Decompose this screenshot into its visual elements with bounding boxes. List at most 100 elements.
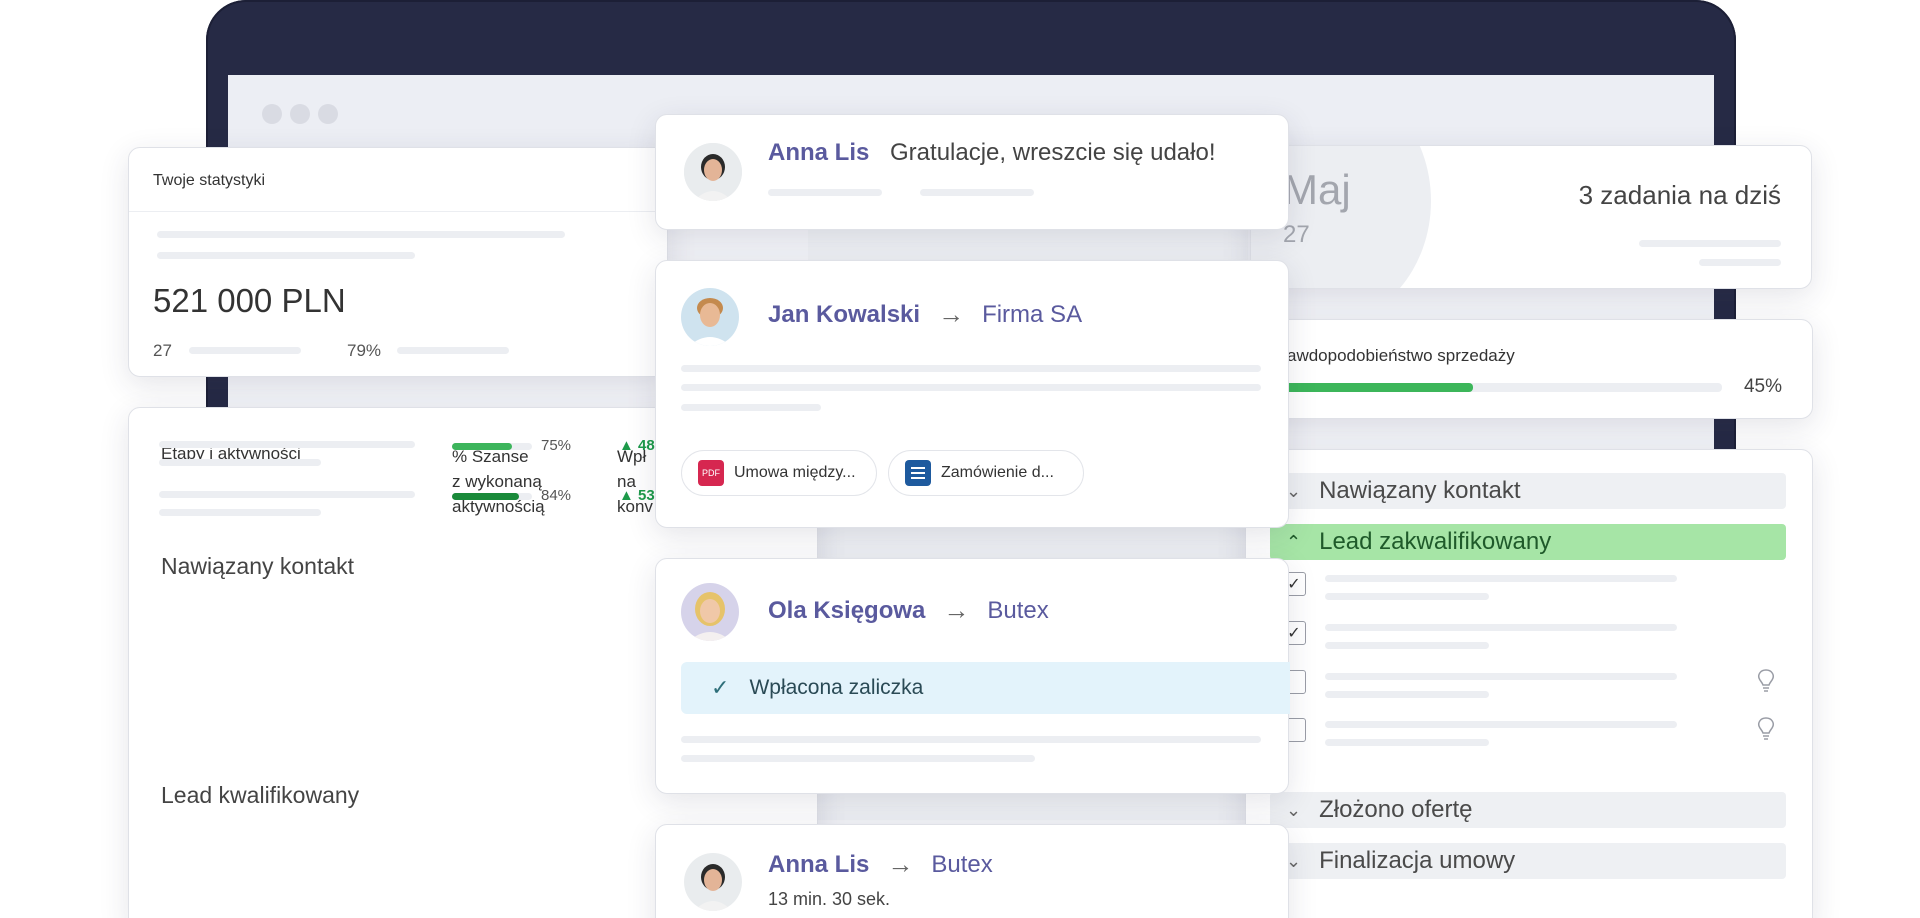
stage-group-title: Nawiązany kontakt bbox=[161, 553, 355, 579]
placeholder-line bbox=[1325, 575, 1677, 582]
trend-up-value: ▲ 53 bbox=[619, 487, 655, 504]
placeholder-line bbox=[157, 252, 415, 259]
lightbulb-icon[interactable] bbox=[1756, 716, 1776, 747]
sales-probability-card: Prawdopodobieństwo sprzedaży 45% bbox=[1245, 319, 1813, 419]
status-banner: ✓ Wpłacona zaliczka bbox=[681, 662, 1290, 714]
chance-percent: 84% bbox=[541, 487, 572, 504]
placeholder-line bbox=[1325, 739, 1489, 746]
placeholder-line bbox=[159, 509, 321, 516]
placeholder-line bbox=[1325, 721, 1677, 728]
chance-bar bbox=[452, 493, 520, 500]
message-header: Anna Lis → Butex bbox=[768, 849, 993, 880]
avatar bbox=[684, 143, 742, 201]
lightbulb-icon[interactable] bbox=[1756, 668, 1776, 699]
divider bbox=[129, 211, 667, 212]
target-company[interactable]: Firma SA bbox=[982, 301, 1082, 329]
placeholder-line bbox=[681, 365, 1261, 372]
message-header: Ola Księgowa → Butex bbox=[768, 595, 1049, 626]
feed-message-card: Jan Kowalski → Firma SA PDF Umowa między… bbox=[655, 260, 1289, 528]
probability-label: Prawdopodobieństwo sprzedaży bbox=[1270, 346, 1515, 365]
pdf-file-icon: PDF bbox=[698, 460, 724, 486]
chance-percent: 75% bbox=[541, 437, 572, 454]
stats-title: Twoje statystyki bbox=[153, 172, 266, 189]
target-company[interactable]: Butex bbox=[987, 597, 1048, 625]
window-dot-icon bbox=[290, 104, 310, 124]
person-avatar-icon bbox=[681, 583, 739, 641]
message-header: Anna Lis Gratulacje, wreszcie się udało! bbox=[768, 139, 1216, 167]
pipeline-stage-contact[interactable]: ⌄ Nawiązany kontakt bbox=[1270, 473, 1786, 509]
placeholder-line bbox=[1325, 673, 1677, 680]
sender-name[interactable]: Jan Kowalski bbox=[768, 301, 920, 329]
person-avatar-icon bbox=[684, 143, 742, 201]
placeholder-line bbox=[768, 189, 882, 196]
arrow-right-icon: → bbox=[938, 299, 965, 329]
feed-message-card: Anna Lis Gratulacje, wreszcie się udało! bbox=[655, 114, 1289, 230]
stats-card: Twoje statystyki 521 000 PLN 27 79% bbox=[128, 147, 668, 377]
stats-percent: 79% bbox=[347, 341, 382, 360]
document-icon bbox=[905, 460, 931, 486]
avatar bbox=[681, 288, 739, 346]
calendar-month: Maj bbox=[1283, 166, 1351, 213]
stage-label: Finalizacja umowy bbox=[1319, 847, 1516, 874]
placeholder-line bbox=[159, 491, 415, 498]
person-avatar-icon bbox=[681, 288, 739, 346]
message-header: Jan Kowalski → Firma SA bbox=[768, 299, 1082, 330]
placeholder-line bbox=[1325, 593, 1489, 600]
avatar bbox=[681, 583, 739, 641]
placeholder-line bbox=[1325, 691, 1489, 698]
chance-bar bbox=[452, 443, 512, 450]
placeholder-line bbox=[1325, 624, 1677, 631]
calendar-card: Maj 27 3 zadania na dziś bbox=[1250, 145, 1812, 289]
placeholder-line bbox=[681, 736, 1261, 743]
pipeline-stage-finalization[interactable]: ⌄ Finalizacja umowy bbox=[1270, 843, 1786, 879]
stats-count: 27 bbox=[153, 341, 172, 360]
check-icon: ✓ bbox=[711, 675, 730, 700]
target-company[interactable]: Butex bbox=[931, 851, 992, 879]
stage-label: Lead zakwalifikowany bbox=[1319, 528, 1552, 555]
attachment-pdf[interactable]: PDF Umowa między... bbox=[681, 450, 877, 496]
pipeline-stage-offer[interactable]: ⌄ Złożono ofertę bbox=[1270, 792, 1786, 828]
placeholder-line bbox=[397, 347, 509, 354]
marketing-scene: Twoje statystyki 521 000 PLN 27 79% Etap… bbox=[0, 0, 1920, 918]
placeholder-line bbox=[189, 347, 301, 354]
placeholder-line bbox=[681, 755, 1035, 762]
sender-name[interactable]: Ola Księgowa bbox=[768, 597, 925, 625]
stage-group-title: Lead kwalifikowany bbox=[161, 782, 360, 808]
attachment-name: Zamówienie d... bbox=[941, 464, 1054, 481]
feed-message-card: Anna Lis → Butex 13 min. 30 sek. bbox=[655, 824, 1289, 918]
attachment-name: Umowa między... bbox=[734, 464, 856, 481]
chevron-up-icon: ⌃ bbox=[1286, 531, 1302, 552]
chevron-down-icon: ⌄ bbox=[1286, 799, 1302, 820]
calendar-day: 27 bbox=[1283, 221, 1310, 248]
sender-name[interactable]: Anna Lis bbox=[768, 139, 869, 166]
sender-name[interactable]: Anna Lis bbox=[768, 851, 869, 879]
avatar bbox=[684, 853, 742, 911]
trend-up-value: ▲ 48 bbox=[619, 437, 655, 454]
placeholder-line bbox=[157, 231, 565, 238]
placeholder-line bbox=[681, 404, 821, 411]
probability-value: 45% bbox=[1743, 376, 1782, 397]
stats-amount: 521 000 PLN bbox=[153, 282, 346, 319]
tasks-today: 3 zadania na dziś bbox=[1578, 180, 1781, 210]
elapsed-time: 13 min. 30 sek. bbox=[768, 889, 891, 909]
message-text: Gratulacje, wreszcie się udało! bbox=[890, 139, 1216, 166]
attachment-document[interactable]: Zamówienie d... bbox=[888, 450, 1084, 496]
placeholder-line bbox=[1639, 240, 1781, 247]
arrow-right-icon: → bbox=[887, 849, 914, 879]
pipeline-stage-lead-qualified[interactable]: ⌃ Lead zakwalifikowany bbox=[1270, 524, 1786, 560]
probability-bar bbox=[1270, 383, 1474, 392]
placeholder-line bbox=[681, 384, 1261, 391]
status-text: Wpłacona zaliczka bbox=[749, 676, 924, 699]
placeholder-line bbox=[159, 459, 321, 466]
person-avatar-icon bbox=[684, 853, 742, 911]
placeholder-line bbox=[1325, 642, 1489, 649]
feed-message-card: Ola Księgowa → Butex ✓ Wpłacona zaliczka bbox=[655, 558, 1290, 794]
stage-label: Nawiązany kontakt bbox=[1319, 477, 1521, 504]
placeholder-line bbox=[1699, 259, 1781, 266]
stage-label: Złożono ofertę bbox=[1319, 796, 1473, 823]
placeholder-line bbox=[920, 189, 1034, 196]
window-dot-icon bbox=[318, 104, 338, 124]
window-dot-icon bbox=[262, 104, 282, 124]
placeholder-line bbox=[159, 441, 415, 448]
arrow-right-icon: → bbox=[943, 595, 970, 625]
